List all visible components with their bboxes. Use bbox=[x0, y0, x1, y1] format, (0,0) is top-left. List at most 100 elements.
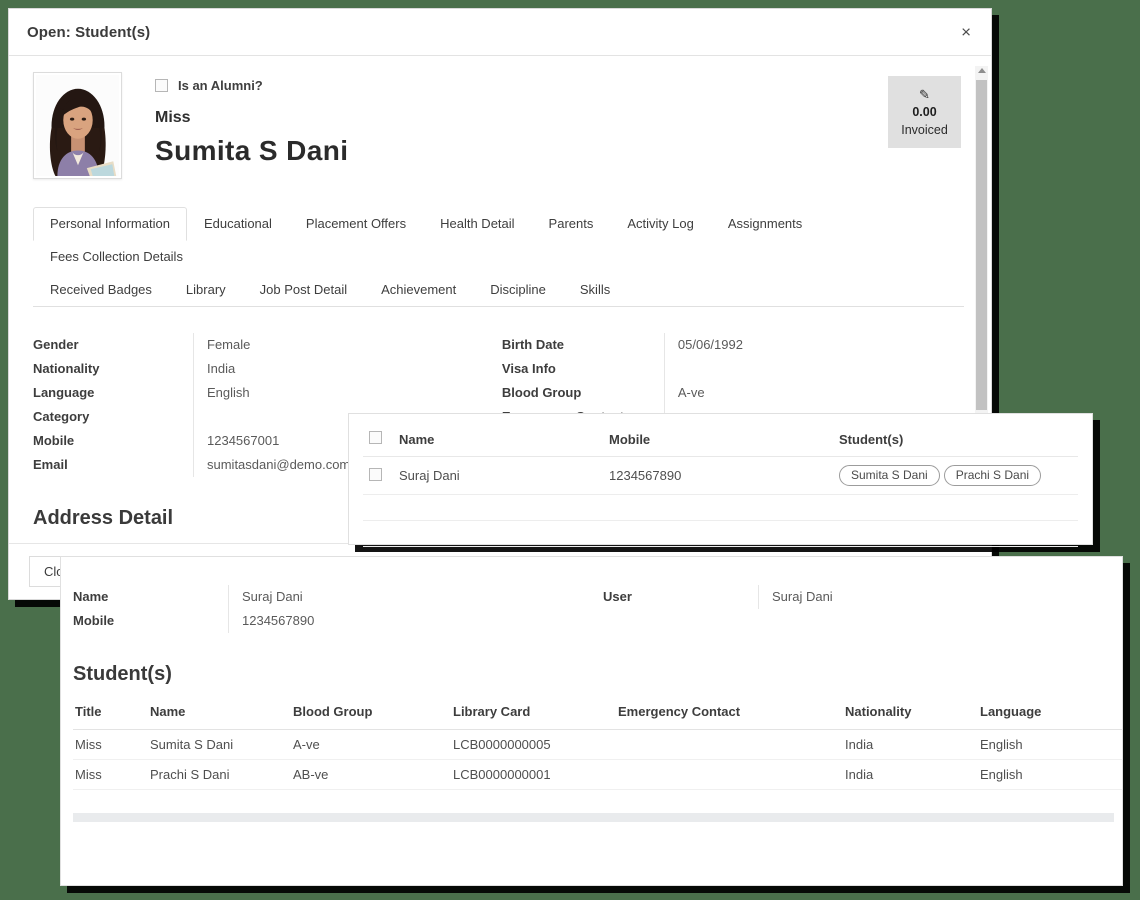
table-row[interactable]: Suraj Dani 1234567890 Sumita S DaniPrach… bbox=[363, 457, 1078, 495]
column-header-name[interactable]: Name bbox=[393, 424, 603, 457]
select-all-cell bbox=[363, 424, 393, 457]
column-header-nationality[interactable]: Nationality bbox=[843, 698, 978, 730]
page-title: Sumita S Dani bbox=[155, 135, 888, 167]
cell-students: Sumita S DaniPrachi S Dani bbox=[833, 457, 1078, 495]
tab-discipline[interactable]: Discipline bbox=[473, 273, 563, 307]
tab-educational[interactable]: Educational bbox=[187, 207, 289, 241]
parent-detail-fields: Name Suraj Dani Mobile 1234567890 User S… bbox=[61, 585, 1122, 633]
field-parent-user: User Suraj Dani bbox=[603, 585, 1103, 609]
field-value[interactable]: 1234567890 bbox=[228, 609, 603, 633]
alumni-field[interactable]: Is an Alumni? bbox=[155, 78, 888, 93]
column-header-students[interactable]: Student(s) bbox=[833, 424, 1078, 457]
select-all-checkbox[interactable] bbox=[369, 431, 382, 444]
field-value[interactable]: A-ve bbox=[664, 381, 961, 405]
field-value[interactable]: India bbox=[193, 357, 502, 381]
tab-parents[interactable]: Parents bbox=[532, 207, 611, 241]
tab-row-2: Received Badges Library Job Post Detail … bbox=[33, 273, 964, 306]
table-header-row: Title Name Blood Group Library Card Emer… bbox=[73, 698, 1123, 730]
tab-health-detail[interactable]: Health Detail bbox=[423, 207, 531, 241]
field-value[interactable]: Female bbox=[193, 333, 502, 357]
students-table: Title Name Blood Group Library Card Emer… bbox=[73, 698, 1123, 790]
tab-achievement[interactable]: Achievement bbox=[364, 273, 473, 307]
dialog-header: Open: Student(s) × bbox=[9, 9, 991, 56]
close-icon[interactable]: × bbox=[957, 22, 975, 43]
student-photo-image bbox=[36, 75, 119, 176]
field-label: Category bbox=[33, 405, 193, 429]
cell-mobile: 1234567890 bbox=[603, 457, 833, 495]
scroll-up-arrow-icon[interactable] bbox=[978, 68, 986, 73]
cell-name: Suraj Dani bbox=[393, 457, 603, 495]
cell-nationality: India bbox=[843, 730, 978, 760]
tab-row-1: Personal Information Educational Placeme… bbox=[33, 207, 964, 273]
tab-activity-log[interactable]: Activity Log bbox=[610, 207, 710, 241]
parent-detail-panel: Name Suraj Dani Mobile 1234567890 User S… bbox=[60, 556, 1123, 886]
alumni-checkbox[interactable] bbox=[155, 79, 168, 92]
record-header: Is an Alumni? Miss Sumita S Dani ✎ 0.00 … bbox=[33, 72, 961, 179]
field-birth-date: Birth Date 05/06/1992 bbox=[502, 333, 961, 357]
horizontal-scrollbar[interactable] bbox=[73, 813, 1114, 822]
field-blood-group: Blood Group A-ve bbox=[502, 381, 961, 405]
column-header-mobile[interactable]: Mobile bbox=[603, 424, 833, 457]
tab-job-post-detail[interactable]: Job Post Detail bbox=[243, 273, 364, 307]
tab-fees-collection-details[interactable]: Fees Collection Details bbox=[33, 240, 200, 274]
cell-name: Prachi S Dani bbox=[148, 760, 291, 790]
students-heading: Student(s) bbox=[73, 663, 1122, 686]
column-header-language[interactable]: Language bbox=[978, 698, 1123, 730]
student-title: Miss bbox=[155, 109, 888, 127]
parent-list-panel: Name Mobile Student(s) Suraj Dani 123456… bbox=[348, 413, 1093, 545]
scrollbar-thumb[interactable] bbox=[976, 80, 987, 410]
field-value[interactable]: English bbox=[193, 381, 502, 405]
alumni-label: Is an Alumni? bbox=[178, 78, 263, 93]
field-label: Birth Date bbox=[502, 333, 664, 357]
column-header-title[interactable]: Title bbox=[73, 698, 148, 730]
column-header-emergency-contact[interactable]: Emergency Contact bbox=[616, 698, 843, 730]
tab-personal-information[interactable]: Personal Information bbox=[33, 207, 187, 241]
tab-bar: Personal Information Educational Placeme… bbox=[33, 207, 964, 307]
cell-blood-group: A-ve bbox=[291, 730, 451, 760]
field-value[interactable] bbox=[664, 357, 961, 381]
tab-library[interactable]: Library bbox=[169, 273, 243, 307]
field-label: Mobile bbox=[33, 429, 193, 453]
field-value[interactable]: 05/06/1992 bbox=[664, 333, 961, 357]
tab-placement-offers[interactable]: Placement Offers bbox=[289, 207, 423, 241]
invoiced-caption: Invoiced bbox=[901, 123, 948, 137]
field-label: Email bbox=[33, 453, 193, 477]
cell-emergency-contact bbox=[616, 760, 843, 790]
table-row[interactable]: Miss Prachi S Dani AB-ve LCB0000000001 I… bbox=[73, 760, 1123, 790]
table-row[interactable]: Miss Sumita S Dani A-ve LCB0000000005 In… bbox=[73, 730, 1123, 760]
field-label: Blood Group bbox=[502, 381, 664, 405]
student-chip[interactable]: Prachi S Dani bbox=[944, 465, 1041, 486]
field-parent-name: Name Suraj Dani bbox=[73, 585, 603, 609]
field-label: Nationality bbox=[33, 357, 193, 381]
column-header-blood-group[interactable]: Blood Group bbox=[291, 698, 451, 730]
column-header-name[interactable]: Name bbox=[148, 698, 291, 730]
cell-emergency-contact bbox=[616, 730, 843, 760]
field-nationality: Nationality India bbox=[33, 357, 502, 381]
tab-received-badges[interactable]: Received Badges bbox=[33, 273, 169, 307]
field-label: Language bbox=[33, 381, 193, 405]
field-label: Visa Info bbox=[502, 357, 664, 381]
tab-assignments[interactable]: Assignments bbox=[711, 207, 819, 241]
parent-fields-right: User Suraj Dani bbox=[603, 585, 1103, 633]
invoiced-amount: 0.00 bbox=[912, 105, 936, 119]
cell-library-card: LCB0000000001 bbox=[451, 760, 616, 790]
student-chip[interactable]: Sumita S Dani bbox=[839, 465, 940, 486]
cell-title: Miss bbox=[73, 730, 148, 760]
column-header-library-card[interactable]: Library Card bbox=[451, 698, 616, 730]
tab-skills[interactable]: Skills bbox=[563, 273, 627, 307]
field-value[interactable]: Suraj Dani bbox=[758, 585, 1103, 609]
field-label: Mobile bbox=[73, 609, 228, 633]
field-visa-info: Visa Info bbox=[502, 357, 961, 381]
field-value[interactable]: Suraj Dani bbox=[228, 585, 603, 609]
field-language: Language English bbox=[33, 381, 502, 405]
edit-square-icon: ✎ bbox=[919, 88, 930, 101]
table-filler-row bbox=[363, 521, 1078, 547]
field-label: Name bbox=[73, 585, 228, 609]
dialog-title: Open: Student(s) bbox=[27, 24, 150, 41]
parent-fields-left: Name Suraj Dani Mobile 1234567890 bbox=[73, 585, 603, 633]
invoiced-stat-button[interactable]: ✎ 0.00 Invoiced bbox=[888, 76, 961, 148]
record-header-main: Is an Alumni? Miss Sumita S Dani bbox=[122, 72, 888, 167]
table-filler-row bbox=[363, 495, 1078, 521]
cell-name: Sumita S Dani bbox=[148, 730, 291, 760]
row-checkbox[interactable] bbox=[369, 468, 382, 481]
